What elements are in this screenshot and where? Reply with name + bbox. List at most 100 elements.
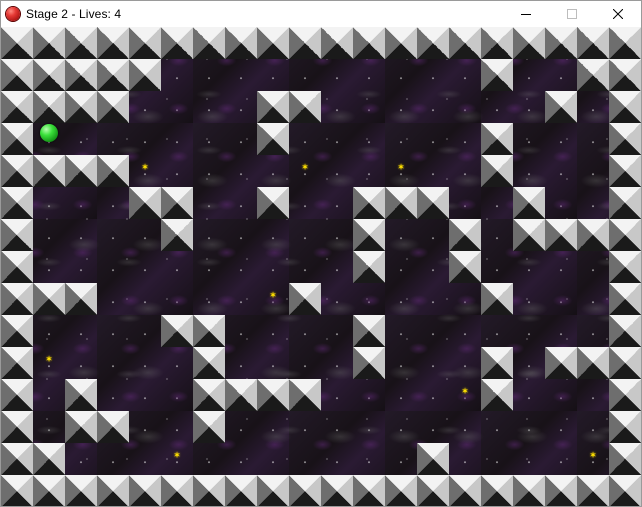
wall-block — [257, 379, 289, 411]
wall-block — [353, 315, 385, 347]
wall-block — [481, 379, 513, 411]
wall-block — [33, 27, 65, 59]
wall-block — [97, 411, 129, 443]
window-title: Stage 2 - Lives: 4 — [26, 7, 122, 21]
wall-block — [97, 91, 129, 123]
wall-block — [257, 475, 289, 506]
wall-block — [225, 27, 257, 59]
wall-block — [257, 123, 289, 155]
wall-block — [1, 27, 33, 59]
red-ball-icon — [6, 7, 20, 21]
wall-block — [257, 91, 289, 123]
wall-block — [417, 27, 449, 59]
wall-block — [1, 443, 33, 475]
wall-block — [609, 59, 641, 91]
wall-block — [481, 59, 513, 91]
close-icon — [613, 9, 623, 19]
wall-block — [353, 187, 385, 219]
wall-block — [161, 219, 193, 251]
wall-block — [577, 347, 609, 379]
wall-block — [609, 155, 641, 187]
wall-block — [609, 27, 641, 59]
minimize-icon — [521, 14, 531, 15]
wall-block — [353, 347, 385, 379]
wall-block — [353, 475, 385, 506]
wall-block — [161, 27, 193, 59]
minimize-button[interactable] — [503, 1, 549, 27]
wall-block — [1, 379, 33, 411]
wall-block — [1, 283, 33, 315]
wall-block — [1, 59, 33, 91]
wall-block — [545, 475, 577, 506]
wall-block — [609, 347, 641, 379]
wall-block — [577, 27, 609, 59]
wall-block — [65, 27, 97, 59]
wall-block — [353, 251, 385, 283]
wall-block — [193, 411, 225, 443]
wall-block — [481, 27, 513, 59]
wall-block — [385, 27, 417, 59]
wall-block — [65, 475, 97, 506]
wall-block — [609, 123, 641, 155]
wall-block — [289, 475, 321, 506]
wall-block — [65, 155, 97, 187]
wall-block — [321, 475, 353, 506]
wall-block — [545, 91, 577, 123]
wall-block — [65, 411, 97, 443]
wall-block — [353, 219, 385, 251]
wall-block — [545, 347, 577, 379]
wall-block — [1, 187, 33, 219]
wall-block — [225, 475, 257, 506]
wall-block — [97, 59, 129, 91]
wall-block — [193, 315, 225, 347]
wall-block — [257, 187, 289, 219]
wall-block — [577, 219, 609, 251]
wall-block — [257, 27, 289, 59]
title-bar[interactable]: Stage 2 - Lives: 4 — [1, 1, 641, 27]
game-playfield[interactable]: ✶ ✶ ✶ ✶ ✶ ✶ ✶ ✶ — [1, 27, 641, 506]
wall-block — [353, 27, 385, 59]
wall-block — [161, 475, 193, 506]
game-window: Stage 2 - Lives: 4 ✶ ✶ ✶ ✶ ✶ ✶ ✶ ✶ — [0, 0, 642, 507]
wall-block — [193, 347, 225, 379]
wall-block — [193, 27, 225, 59]
close-button[interactable] — [595, 1, 641, 27]
wall-block — [225, 379, 257, 411]
wall-block — [449, 475, 481, 506]
wall-block — [65, 283, 97, 315]
wall-block — [609, 283, 641, 315]
wall-block — [417, 187, 449, 219]
wall-block — [481, 347, 513, 379]
wall-block — [609, 443, 641, 475]
wall-block — [1, 251, 33, 283]
maximize-button[interactable] — [549, 1, 595, 27]
wall-block — [33, 91, 65, 123]
wall-block — [481, 475, 513, 506]
wall-block — [289, 283, 321, 315]
star-pickup: ✶ — [45, 354, 53, 364]
wall-block — [609, 91, 641, 123]
player-ball — [40, 124, 58, 142]
wall-block — [1, 219, 33, 251]
wall-block — [161, 187, 193, 219]
wall-block — [289, 379, 321, 411]
wall-block — [545, 219, 577, 251]
star-pickup: ✶ — [173, 450, 181, 460]
wall-block — [1, 347, 33, 379]
wall-block — [321, 27, 353, 59]
wall-block — [289, 27, 321, 59]
wall-block — [1, 411, 33, 443]
maximize-icon — [567, 9, 577, 19]
wall-block — [609, 379, 641, 411]
star-pickup: ✶ — [301, 162, 309, 172]
wall-block — [65, 59, 97, 91]
wall-block — [513, 219, 545, 251]
wall-block — [97, 475, 129, 506]
wall-block — [609, 219, 641, 251]
wall-block — [609, 411, 641, 443]
wall-block — [129, 475, 161, 506]
wall-block — [577, 59, 609, 91]
wall-block — [1, 475, 33, 506]
wall-block — [545, 27, 577, 59]
wall-block — [97, 155, 129, 187]
